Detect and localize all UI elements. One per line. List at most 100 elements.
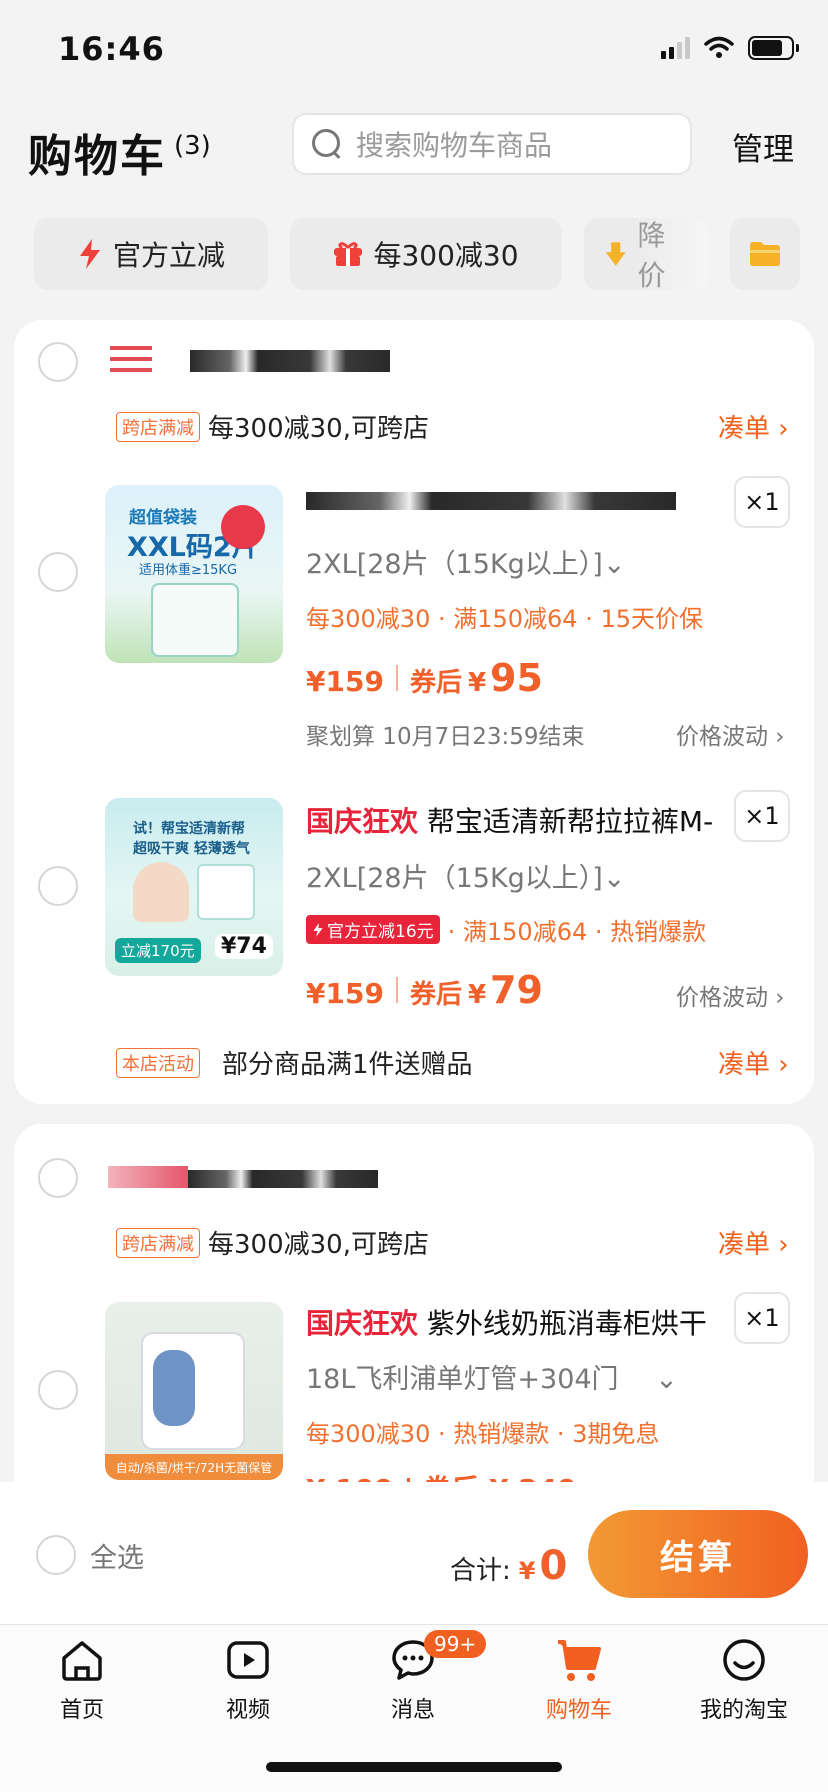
tab-label: 购物车 bbox=[545, 1698, 612, 1723]
original-price: ¥159 bbox=[306, 665, 384, 698]
coupon-label: 券后 bbox=[409, 668, 462, 698]
tab-video[interactable]: 视频 bbox=[193, 1636, 303, 1724]
total-amount: 合计: ¥ 0 bbox=[450, 1543, 567, 1589]
item-1-quantity[interactable]: ×1 bbox=[734, 476, 790, 528]
select-all-checkbox[interactable] bbox=[36, 1535, 76, 1575]
tab-label: 消息 bbox=[390, 1698, 435, 1723]
cellular-signal-icon bbox=[661, 37, 690, 59]
baby-image bbox=[133, 862, 189, 922]
coupon-yen: ¥ bbox=[467, 668, 487, 698]
coupon-price: 79 bbox=[490, 968, 543, 1012]
item-3-sku-selector[interactable]: 18L飞利浦单灯管+304门 ⌄ bbox=[306, 1357, 678, 1396]
item-3-title[interactable]: 国庆狂欢 紫外线奶瓶消毒柜烘干 bbox=[306, 1302, 726, 1342]
message-badge: 99+ bbox=[424, 1630, 487, 1658]
sterilizer-image bbox=[141, 1332, 245, 1450]
home-indicator bbox=[266, 1762, 562, 1772]
chip-folder[interactable] bbox=[730, 218, 800, 290]
total-yen: ¥ bbox=[518, 1557, 536, 1585]
store-2-checkbox[interactable] bbox=[38, 1158, 78, 1198]
item-3-quantity[interactable]: ×1 bbox=[734, 1292, 790, 1344]
store-2-logo-redacted bbox=[108, 1166, 188, 1188]
item-1-checkbox[interactable] bbox=[38, 552, 78, 592]
price-fluctuation-link[interactable]: 价格波动 › bbox=[676, 717, 785, 751]
price-fluctuation-link[interactable]: 价格波动 › bbox=[676, 978, 785, 1012]
search-icon bbox=[312, 129, 342, 159]
gather-order-link[interactable]: 凑单 › bbox=[718, 1224, 789, 1261]
thumb-text: 自动/杀菌/烘干/72H无菌保管 bbox=[105, 1454, 283, 1480]
item-3-thumbnail[interactable]: 自动/杀菌/烘干/72H无菌保管 bbox=[105, 1302, 283, 1480]
gift-icon bbox=[334, 242, 363, 266]
cart-count: (3) bbox=[174, 131, 211, 161]
item-2-quantity[interactable]: ×1 bbox=[734, 790, 790, 842]
cross-store-promo: 每300减30,可跨店 bbox=[208, 414, 429, 444]
item-3-promo: 每300减30 · 热销爆款 · 3期免息 bbox=[306, 1420, 660, 1448]
diaper-pack-image bbox=[197, 864, 255, 920]
manage-button[interactable]: 管理 bbox=[732, 124, 794, 169]
thumb-text: 适用体重≥15KG bbox=[139, 563, 238, 578]
tab-my-taobao[interactable]: 我的淘宝 bbox=[689, 1636, 799, 1724]
store-logo-icon bbox=[110, 346, 152, 372]
store-1-name-redacted[interactable] bbox=[190, 350, 390, 372]
item-1-thumbnail[interactable]: 超值袋装 XXL码2片 适用体重≥15KG bbox=[105, 485, 283, 663]
item-2-sku-selector[interactable]: 2XL[28片（15Kg以上）]⌄ bbox=[306, 856, 625, 895]
item-2-title[interactable]: 国庆狂欢 帮宝适清新帮拉拉裤M- bbox=[306, 800, 726, 840]
gather-order-link[interactable]: 凑单 › bbox=[718, 408, 789, 445]
promo-text: · 满150减64 · 热销爆款 bbox=[447, 918, 707, 946]
product-name: 紫外线奶瓶消毒柜烘干 bbox=[426, 1307, 707, 1340]
battery-icon bbox=[748, 36, 799, 60]
coupon-price: 95 bbox=[490, 656, 543, 700]
cross-store-promo: 每300减30,可跨店 bbox=[208, 1230, 429, 1260]
tab-label: 视频 bbox=[225, 1698, 270, 1723]
item-1-promo: 每300减30 · 满150减64 · 15天价保 bbox=[306, 605, 704, 633]
original-price: ¥159 bbox=[306, 977, 384, 1010]
cross-store-tag: 跨店满减 bbox=[116, 412, 200, 442]
festival-label: 国庆狂欢 bbox=[306, 1307, 419, 1340]
tab-cart[interactable]: 购物车 bbox=[524, 1636, 634, 1724]
gather-order-link[interactable]: 凑单 › bbox=[718, 1044, 789, 1081]
search-input[interactable]: 搜索购物车商品 bbox=[292, 113, 692, 175]
status-icons bbox=[661, 36, 799, 60]
thumb-text: ¥74 bbox=[215, 934, 273, 959]
chip-label: 官方立减 bbox=[112, 239, 225, 272]
profile-icon bbox=[723, 1639, 765, 1681]
sku-text: 18L飞利浦单灯管+304门 bbox=[306, 1364, 619, 1395]
chip-300-minus-30[interactable]: 每300减30 bbox=[290, 218, 562, 290]
price-down-icon bbox=[605, 242, 626, 266]
total-value: 0 bbox=[539, 1543, 568, 1589]
item-1-sku-selector[interactable]: 2XL[28片（15Kg以上）]⌄ bbox=[306, 542, 625, 581]
chip-price-drop[interactable]: 降价 bbox=[584, 218, 708, 290]
checkout-button[interactable]: 结算 bbox=[588, 1510, 808, 1598]
status-time: 16:46 bbox=[58, 30, 165, 68]
official-discount-tag: 官方立减16元 bbox=[306, 915, 440, 944]
store-2-name-redacted[interactable] bbox=[188, 1170, 378, 1188]
item-2-thumbnail[interactable]: 试！帮宝适清新帮 超吸干爽 轻薄透气 立减170元 ¥74 bbox=[105, 798, 283, 976]
live-badge-icon bbox=[221, 505, 265, 549]
shop-activity-text: 部分商品满1件送赠品 bbox=[222, 1050, 473, 1080]
chip-label: 降价 bbox=[637, 219, 666, 290]
select-all[interactable]: 全选 bbox=[36, 1535, 144, 1575]
cart-icon bbox=[558, 1640, 601, 1681]
item-2-price: ¥159 券后 ¥ 79 bbox=[306, 968, 543, 1012]
diaper-pack-image bbox=[151, 583, 239, 657]
lightning-icon bbox=[79, 239, 100, 269]
chip-official-discount[interactable]: 官方立减 bbox=[34, 218, 268, 290]
item-1-title-redacted[interactable] bbox=[306, 492, 676, 510]
lightning-icon bbox=[313, 922, 323, 937]
page-title: 购物车 bbox=[28, 131, 166, 182]
thumb-text: 超吸干爽 轻薄透气 bbox=[133, 841, 250, 857]
total-label: 合计: bbox=[450, 1556, 511, 1586]
coupon-label: 券后 bbox=[409, 980, 462, 1010]
store-1-checkbox[interactable] bbox=[38, 342, 78, 382]
item-3-checkbox[interactable] bbox=[38, 1370, 78, 1410]
juhuasuan-deadline: 聚划算 10月7日23:59结束 bbox=[306, 724, 585, 750]
shop-activity-tag: 本店活动 bbox=[116, 1048, 200, 1078]
select-all-label: 全选 bbox=[90, 1542, 144, 1574]
tab-home[interactable]: 首页 bbox=[27, 1636, 137, 1724]
item-2-checkbox[interactable] bbox=[38, 866, 78, 906]
video-icon bbox=[227, 1641, 269, 1679]
festival-label: 国庆狂欢 bbox=[306, 805, 419, 838]
home-icon bbox=[62, 1641, 102, 1681]
wifi-icon bbox=[704, 36, 734, 58]
product-name: 帮宝适清新帮拉拉裤M- bbox=[426, 805, 714, 838]
coupon-yen: ¥ bbox=[467, 980, 487, 1010]
